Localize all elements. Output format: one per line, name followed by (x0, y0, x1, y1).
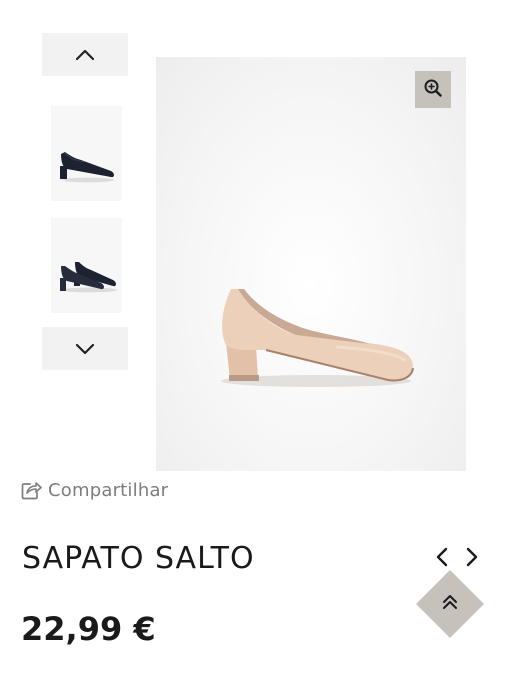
thumbnail-1[interactable] (51, 106, 122, 201)
thumbnail-scroll-up-button[interactable] (42, 33, 128, 76)
share-link[interactable]: Compartilhar (21, 480, 168, 501)
chevron-up-icon (75, 49, 95, 61)
share-icon (21, 481, 42, 500)
back-to-top-button[interactable] (416, 570, 484, 638)
zoom-button[interactable] (415, 71, 451, 108)
double-chevron-up-icon (441, 593, 459, 615)
product-title: SAPATO SALTO (22, 541, 255, 576)
thumbnail-2-image (51, 218, 122, 313)
main-product-image[interactable] (156, 57, 466, 471)
zoom-in-icon (424, 79, 442, 101)
previous-product-button[interactable] (431, 547, 453, 571)
thumbnail-scroll-down-button[interactable] (42, 327, 128, 370)
share-label: Compartilhar (48, 480, 169, 501)
thumbnail-2[interactable] (51, 218, 122, 313)
chevron-right-icon (466, 547, 478, 571)
chevron-down-icon (75, 343, 95, 355)
nude-pump-image (221, 289, 414, 387)
product-price: 22,99 € (21, 610, 156, 648)
chevron-left-icon (436, 547, 448, 571)
thumbnail-1-image (51, 106, 122, 201)
next-product-button[interactable] (461, 547, 483, 571)
